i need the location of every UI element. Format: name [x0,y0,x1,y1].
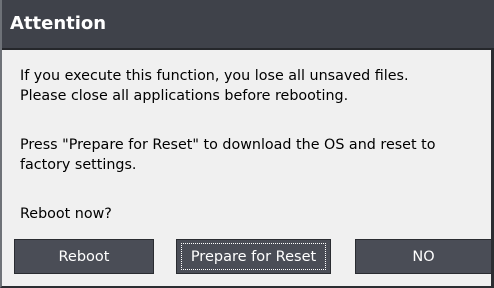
dialog-titlebar: Attention [2,0,494,50]
prepare-for-reset-button[interactable]: Prepare for Reset [176,239,331,274]
message-line-unsaved-files: If you execute this function, you lose a… [20,68,409,84]
attention-dialog: Attention If you execute this function, … [0,0,494,288]
message-line-close-applications: Please close all applications before reb… [20,88,349,104]
dialog-title: Attention [10,13,107,34]
prepare-for-reset-button-label: Prepare for Reset [190,248,317,265]
reboot-button-label: Reboot [58,248,110,265]
message-line-factory-settings: factory settings. [20,157,137,173]
no-button[interactable]: NO [355,239,492,274]
no-button-label: NO [412,248,435,265]
message-line-reboot-now: Reboot now? [20,206,112,222]
message-line-prepare-for-reset: Press "Prepare for Reset" to download th… [20,137,436,153]
reboot-button[interactable]: Reboot [14,239,154,274]
